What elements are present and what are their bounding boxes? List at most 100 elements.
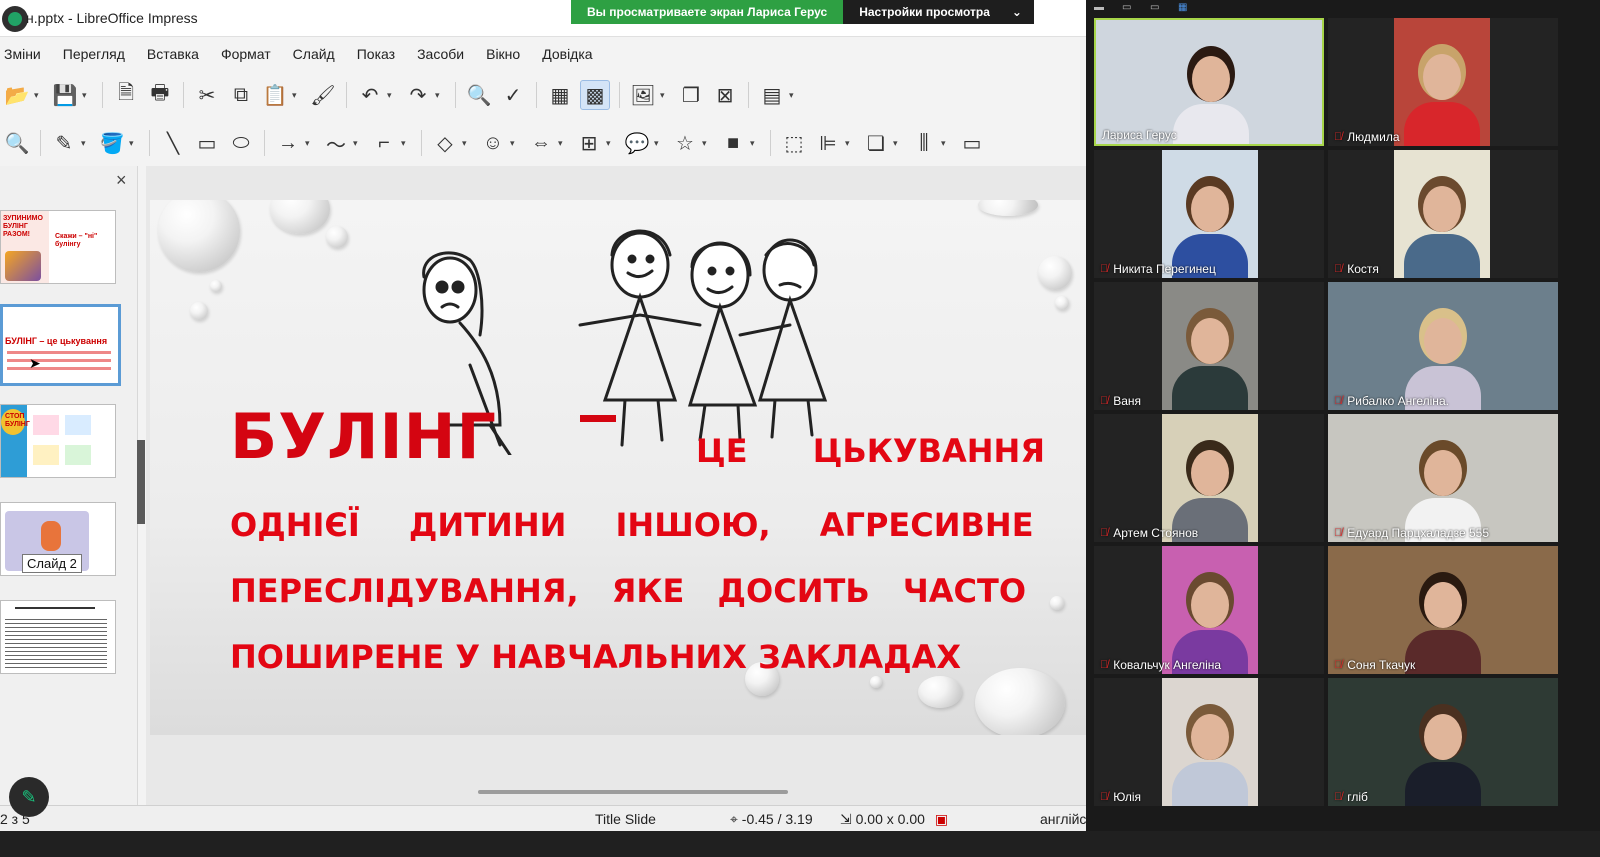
view-icon[interactable]: ▭ [1150, 2, 1159, 13]
helplines-icon[interactable]: ▩ [580, 80, 610, 110]
transformations-icon[interactable]: ⬚ [780, 129, 808, 157]
slide-thumbnail-5[interactable] [0, 600, 116, 674]
rectangle-icon[interactable]: ▭ [193, 129, 221, 157]
participant-video-tile[interactable]: 🎙̸ Костя [1328, 150, 1558, 278]
restore-icon[interactable]: ▭ [1122, 2, 1131, 13]
participant-video-tile[interactable]: 🎙̸ Людмила [1328, 18, 1558, 146]
zoom-icon[interactable]: 🔍 [3, 129, 31, 157]
dropdown-arrow-icon[interactable]: ▾ [558, 138, 568, 149]
symbol-shapes-icon[interactable]: ☺ [479, 129, 507, 157]
curve-icon[interactable]: 〜 [322, 129, 350, 157]
ellipse-icon[interactable]: ⬭ [227, 129, 255, 157]
minimize-icon[interactable]: ▬ [1094, 2, 1104, 13]
undo-icon[interactable]: ↶ [356, 81, 384, 109]
menu-item[interactable]: Вікно [486, 46, 520, 62]
arrow-line-icon[interactable]: → [274, 129, 302, 157]
copy-icon[interactable]: ⧉ [227, 81, 255, 109]
spelling-icon[interactable]: ✓ [499, 81, 527, 109]
align-icon[interactable]: ⊫ [814, 129, 842, 157]
menu-item[interactable]: Зміни [4, 46, 41, 62]
menu-item[interactable]: Перегляд [63, 46, 125, 62]
menu-item[interactable]: Показ [357, 46, 395, 62]
participant-video-tile[interactable]: 🎙̸ Ваня [1094, 282, 1324, 410]
slide-canvas[interactable]: БУЛІНГ ЦЕ ЦЬКУВАННЯ ОДНІЄЇ ДИТИНИ ІНШОЮ,… [150, 200, 1090, 735]
menu-item[interactable]: Формат [221, 46, 271, 62]
menu-item[interactable]: Довідка [542, 46, 592, 62]
dropdown-arrow-icon[interactable]: ▾ [750, 138, 760, 149]
menu-item[interactable]: Засоби [417, 46, 464, 62]
menu-item[interactable]: Слайд [293, 46, 335, 62]
dropdown-arrow-icon[interactable]: ▾ [789, 90, 799, 101]
fill-color-icon[interactable]: 🪣 [98, 129, 126, 157]
close-icon[interactable]: × [116, 170, 127, 191]
find-replace-icon[interactable]: 🔍 [465, 81, 493, 109]
dropdown-arrow-icon[interactable]: ▾ [845, 138, 855, 149]
dropdown-arrow-icon[interactable]: ▾ [893, 138, 903, 149]
participant-video-tile[interactable]: 🎙̸ Никита Перегинец [1094, 150, 1324, 278]
stars-icon[interactable]: ☆ [671, 129, 699, 157]
3d-objects-icon[interactable]: ■ [719, 129, 747, 157]
participant-video-tile[interactable]: 🎙̸ Рибалко Ангеліна. [1328, 282, 1558, 410]
dropdown-arrow-icon[interactable]: ▾ [305, 138, 315, 149]
dropdown-arrow-icon[interactable]: ▾ [292, 90, 302, 101]
slide-thumbnail-3[interactable]: СТОП БУЛІНГ [0, 404, 116, 478]
distribute-icon[interactable]: ⫼ [910, 129, 938, 157]
document-modified-icon[interactable]: ▣ [935, 811, 948, 827]
slide-thumbnail-2[interactable]: БУЛІНГ – це цькування ➤ [0, 304, 121, 386]
annotation-pen-button[interactable]: ✎ [9, 777, 49, 817]
dropdown-arrow-icon[interactable]: ▾ [702, 138, 712, 149]
menu-item[interactable]: Вставка [147, 46, 199, 62]
save-icon[interactable]: 💾 [51, 81, 79, 109]
dropdown-arrow-icon[interactable]: ▾ [401, 138, 411, 149]
participant-video-tile[interactable]: 🎙̸ Соня Ткачук [1328, 546, 1558, 674]
callout-icon[interactable]: 💬 [623, 129, 651, 157]
size-icon: ⇲ [840, 811, 856, 827]
redo-icon[interactable]: ↷ [404, 81, 432, 109]
connector-icon[interactable]: ⌐ [370, 129, 398, 157]
display-grid-icon[interactable]: ▦ [546, 81, 574, 109]
duplicate-slide-icon[interactable]: ❐ [677, 81, 705, 109]
dropdown-arrow-icon[interactable]: ▾ [387, 90, 397, 101]
arrange-icon[interactable]: ❏ [862, 129, 890, 157]
dropdown-arrow-icon[interactable]: ▾ [353, 138, 363, 149]
dropdown-arrow-icon[interactable]: ▾ [129, 138, 139, 149]
dropdown-arrow-icon[interactable]: ▾ [941, 138, 951, 149]
gallery-view-icon[interactable]: ▦ [1178, 2, 1187, 13]
dropdown-arrow-icon[interactable]: ▾ [462, 138, 472, 149]
dropdown-arrow-icon[interactable]: ▾ [654, 138, 664, 149]
participant-video-tile[interactable]: Лариса Герус [1094, 18, 1324, 146]
view-options-button[interactable]: Настройки просмотра ⌄ [843, 0, 1034, 24]
delete-slide-icon[interactable]: ⊠ [711, 81, 739, 109]
shadow-icon[interactable]: ▭ [958, 129, 986, 157]
slide-layout-icon[interactable]: ▤ [758, 81, 786, 109]
participant-video-tile[interactable]: 🎙̸ Едуард Парцхаладзе 555 [1328, 414, 1558, 542]
dropdown-arrow-icon[interactable]: ▾ [606, 138, 616, 149]
participant-name: гліб [1347, 790, 1368, 804]
insert-image-icon[interactable]: 🖼 [629, 81, 657, 109]
slide-thumbnail-1[interactable]: ЗУПИНИМО БУЛІНГ РАЗОМ! Скажи – "ні" булі… [0, 210, 116, 284]
dropdown-arrow-icon[interactable]: ▾ [34, 90, 44, 101]
participant-video-tile[interactable]: 🎙̸ Юлія [1094, 678, 1324, 806]
open-folder-icon[interactable]: 📂 [3, 81, 31, 109]
participant-video-tile[interactable]: 🎙̸ Ковальчук Ангеліна [1094, 546, 1324, 674]
participant-video-tile[interactable]: 🎙̸ Артем Стоянов [1094, 414, 1324, 542]
block-arrows-icon[interactable]: ⇔ [527, 129, 555, 157]
dropdown-arrow-icon[interactable]: ▾ [81, 138, 91, 149]
horizontal-scrollbar[interactable] [478, 790, 788, 794]
line-icon[interactable]: ╲ [159, 129, 187, 157]
cut-icon[interactable]: ✂ [193, 81, 221, 109]
basic-shapes-icon[interactable]: ◇ [431, 129, 459, 157]
dropdown-arrow-icon[interactable]: ▾ [82, 90, 92, 101]
participant-video-feed [1328, 678, 1558, 806]
dropdown-arrow-icon[interactable]: ▾ [435, 90, 445, 101]
flowchart-icon[interactable]: ⊞ [575, 129, 603, 157]
export-pdf-icon[interactable]: 🗎 [112, 81, 140, 109]
print-icon[interactable]: 🖶 [146, 81, 174, 109]
dropdown-arrow-icon[interactable]: ▾ [510, 138, 520, 149]
line-color-icon[interactable]: ✎ [50, 129, 78, 157]
clone-formatting-icon[interactable]: 🖌 [309, 81, 337, 109]
participant-video-tile[interactable]: 🎙̸ гліб [1328, 678, 1558, 806]
paste-icon[interactable]: 📋 [261, 81, 289, 109]
pane-splitter-handle[interactable] [137, 440, 145, 524]
dropdown-arrow-icon[interactable]: ▾ [660, 90, 670, 101]
